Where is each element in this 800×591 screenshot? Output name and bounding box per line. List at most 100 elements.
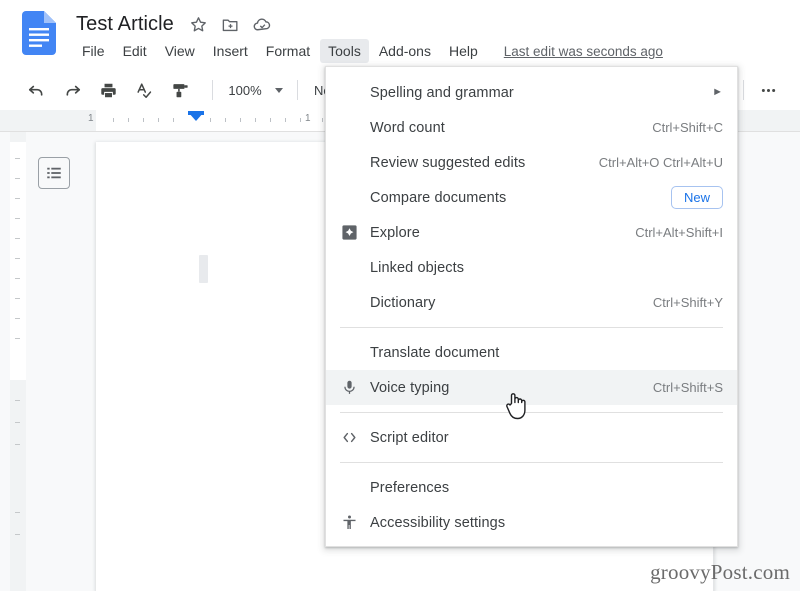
vruler-tick	[15, 338, 20, 339]
menu-item-dictionary[interactable]: Dictionary Ctrl+Shift+Y	[326, 285, 737, 320]
toolbar-divider	[212, 80, 213, 100]
menu-divider	[340, 327, 723, 328]
vruler-tick	[15, 400, 20, 401]
move-to-folder-icon[interactable]	[220, 13, 242, 35]
menu-item-word-count[interactable]: Word count Ctrl+Shift+C	[326, 110, 737, 145]
app-header: Test Article File Edit View Insert Forma…	[0, 0, 800, 70]
vruler-tick	[15, 318, 20, 319]
menu-item-label: Explore	[370, 224, 420, 241]
ruler-tick	[210, 118, 211, 122]
menu-item-review-suggested-edits[interactable]: Review suggested edits Ctrl+Alt+O Ctrl+A…	[326, 145, 737, 180]
vruler-tick	[15, 444, 20, 445]
google-docs-window: Test Article File Edit View Insert Forma…	[0, 0, 800, 591]
menu-item-accessibility-settings[interactable]: Accessibility settings	[326, 505, 737, 540]
docs-document-icon[interactable]	[22, 11, 56, 55]
menu-item-label: Accessibility settings	[370, 514, 506, 531]
menu-divider	[340, 462, 723, 463]
text-cursor	[199, 255, 208, 283]
menu-item-label: Script editor	[370, 429, 449, 446]
menu-item-label: Word count	[370, 119, 445, 136]
menu-item-voice-typing[interactable]: Voice typing Ctrl+Shift+S	[326, 370, 737, 405]
redo-icon[interactable]	[58, 76, 86, 104]
more-options-icon[interactable]	[754, 76, 782, 104]
star-icon[interactable]	[188, 13, 210, 35]
explore-icon	[336, 224, 362, 241]
menu-help[interactable]: Help	[441, 39, 486, 63]
menu-edit[interactable]: Edit	[115, 39, 155, 63]
vruler-tick	[15, 218, 20, 219]
spelling-check-icon[interactable]	[130, 76, 158, 104]
menu-item-explore[interactable]: Explore Ctrl+Alt+Shift+I	[326, 215, 737, 250]
menu-item-label: Spelling and grammar	[370, 84, 514, 101]
vruler-tick	[15, 422, 20, 423]
page-title[interactable]: Test Article	[76, 13, 188, 36]
document-outline-icon[interactable]	[38, 157, 70, 189]
new-badge: New	[670, 186, 723, 209]
code-brackets-icon	[336, 429, 362, 446]
watermark: groovyPost.com	[650, 560, 790, 584]
vruler-tick	[15, 178, 20, 179]
zoom-level-value: 100%	[228, 82, 262, 98]
menu-item-preferences[interactable]: Preferences	[326, 470, 737, 505]
cloud-saved-icon[interactable]	[252, 13, 274, 35]
vruler-tick	[15, 238, 20, 239]
vruler-tick	[15, 534, 20, 535]
vruler-tick	[15, 198, 20, 199]
menu-file[interactable]: File	[74, 39, 113, 63]
chevron-down-icon	[275, 87, 283, 93]
microphone-icon	[336, 379, 362, 396]
print-icon[interactable]	[94, 76, 122, 104]
vruler-tick	[15, 278, 20, 279]
menu-bar: File Edit View Insert Format Tools Add-o…	[74, 38, 663, 64]
ruler-tick	[255, 118, 256, 122]
accessibility-icon	[336, 514, 362, 531]
menu-item-shortcut: Ctrl+Alt+O Ctrl+Alt+U	[598, 155, 723, 170]
submenu-arrow-icon: ►	[712, 86, 723, 98]
menu-format[interactable]: Format	[258, 39, 318, 63]
ruler-tick	[128, 118, 129, 122]
menu-item-shortcut: Ctrl+Alt+Shift+I	[635, 225, 723, 240]
menu-item-compare-documents[interactable]: Compare documents New	[326, 180, 737, 215]
menu-add-ons[interactable]: Add-ons	[371, 39, 439, 63]
vertical-ruler[interactable]	[10, 132, 26, 591]
indent-marker-icon[interactable]	[188, 112, 204, 121]
ruler-tick	[143, 118, 144, 122]
ruler-tick	[322, 118, 323, 122]
menu-item-label: Translate document	[370, 344, 500, 361]
ruler-tick	[113, 118, 114, 122]
menu-item-shortcut: Ctrl+Shift+C	[652, 120, 723, 135]
toolbar-divider	[297, 80, 298, 100]
menu-item-label: Compare documents	[370, 189, 507, 206]
menu-item-label: Preferences	[370, 479, 450, 496]
menu-divider	[340, 412, 723, 413]
ruler-tick	[173, 118, 174, 122]
ruler-tick	[240, 118, 241, 122]
ruler-tick	[270, 118, 271, 122]
menu-item-translate-document[interactable]: Translate document	[326, 335, 737, 370]
menu-item-label: Linked objects	[370, 259, 465, 276]
ruler-tick	[158, 118, 159, 122]
title-row: Test Article	[76, 8, 284, 40]
ruler-tick	[285, 118, 286, 122]
ruler-tick	[300, 118, 301, 122]
menu-item-shortcut: Ctrl+Shift+S	[652, 380, 723, 395]
menu-tools[interactable]: Tools	[320, 39, 369, 63]
zoom-selector[interactable]: 100%	[223, 77, 287, 103]
menu-item-linked-objects[interactable]: Linked objects	[326, 250, 737, 285]
menu-item-script-editor[interactable]: Script editor	[326, 420, 737, 455]
vruler-tick	[15, 258, 20, 259]
menu-item-spelling-and-grammar[interactable]: Spelling and grammar ►	[326, 75, 737, 110]
menu-insert[interactable]: Insert	[205, 39, 256, 63]
vruler-tick	[15, 158, 20, 159]
ruler-tick	[225, 118, 226, 122]
undo-icon[interactable]	[22, 76, 50, 104]
last-edit-status[interactable]: Last edit was seconds ago	[504, 44, 663, 59]
ruler-number-left: 1	[88, 113, 94, 124]
menu-view[interactable]: View	[157, 39, 203, 63]
vruler-tick	[15, 512, 20, 513]
menu-item-label: Review suggested edits	[370, 154, 526, 171]
vruler-tick	[15, 298, 20, 299]
paint-format-icon[interactable]	[166, 76, 194, 104]
tools-dropdown-menu: Spelling and grammar ► Word count Ctrl+S…	[325, 66, 738, 547]
ruler-number-right: 1	[305, 113, 311, 124]
